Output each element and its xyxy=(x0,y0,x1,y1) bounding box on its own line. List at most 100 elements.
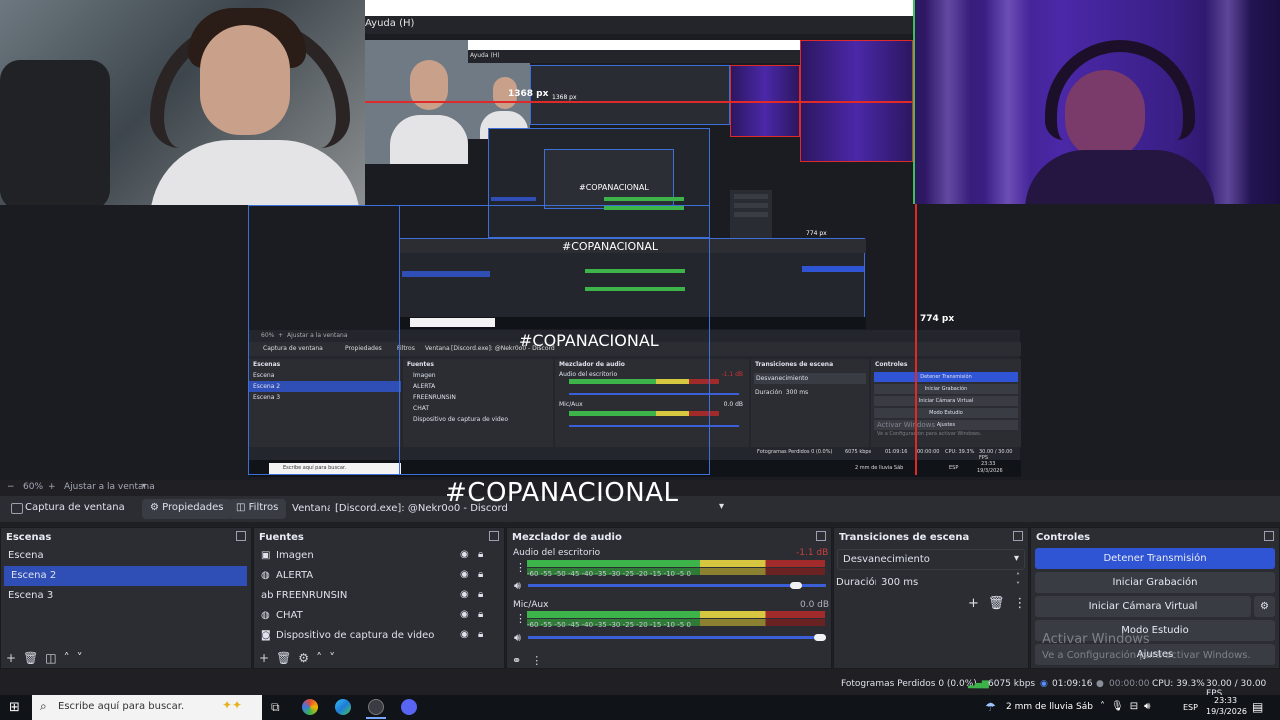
language-indicator[interactable]: ESP xyxy=(1183,703,1198,712)
stream-time: 01:09:16 xyxy=(1052,679,1093,689)
add-icon[interactable]: + xyxy=(6,651,23,665)
eye-icon[interactable]: ◉ xyxy=(460,569,469,580)
spinner-icon[interactable]: ˄ ˅ xyxy=(1016,572,1020,590)
undock-icon[interactable] xyxy=(816,531,826,541)
chevron-down-icon[interactable]: ▾ xyxy=(142,481,146,490)
zoom-out-button[interactable]: − xyxy=(7,482,15,492)
task-view-icon[interactable]: ⧉ xyxy=(271,700,280,715)
obs-icon[interactable] xyxy=(368,699,384,715)
volume-slider-knob[interactable] xyxy=(814,634,826,641)
transition-toolbar: +🗑⋮ xyxy=(968,596,1035,611)
windows-start-icon[interactable]: ⊞ xyxy=(9,700,20,715)
undock-icon[interactable] xyxy=(1013,531,1023,541)
meter-scale: -60 -55 -50 -45 -40 -35 -30 -25 -20 -15 … xyxy=(527,621,691,629)
start-virtual-camera-button[interactable]: Iniciar Cámara Virtual xyxy=(1035,596,1251,617)
transition-select[interactable]: Desvanecimiento ▾ xyxy=(837,549,1025,570)
scene-item[interactable]: Escena 3 xyxy=(1,586,251,606)
window-label: Ventana xyxy=(292,503,334,514)
source-item[interactable]: ◙ Dispositivo de captura de video ◉ 🔒︎ xyxy=(254,626,504,646)
more-icon[interactable]: ⋮ xyxy=(515,612,526,625)
filter-icon[interactable]: ◫ xyxy=(45,651,63,665)
scenes-dock: Escenas Escena Escena 2 Escena 3 +🗑◫˄˅ xyxy=(0,527,252,669)
copilot-icon[interactable] xyxy=(302,699,318,715)
lock-icon[interactable]: 🔒︎ xyxy=(478,629,483,640)
trash-icon[interactable]: 🗑 xyxy=(276,651,298,665)
chevron-up-icon[interactable]: ˄ xyxy=(1100,701,1111,712)
duration-input[interactable]: 300 ms ˄ ˅ xyxy=(876,572,1024,593)
taskbar-search-input[interactable]: ⌕ Escribe aquí para buscar. ✦✦ xyxy=(32,695,262,720)
add-icon[interactable]: + xyxy=(259,651,276,665)
px-label-width: 1368 px xyxy=(508,89,549,99)
gear-icon[interactable]: ⚙ xyxy=(298,651,316,665)
sources-header: Fuentes xyxy=(254,528,504,546)
clock-time[interactable]: 23:33 xyxy=(1214,696,1237,705)
notification-icon[interactable]: ▤ xyxy=(1252,700,1263,714)
properties-button[interactable]: ⚙ Propiedades xyxy=(142,499,232,519)
undock-icon[interactable] xyxy=(236,531,246,541)
scenes-header: Escenas xyxy=(1,528,251,546)
scene-item[interactable]: Escena xyxy=(1,546,251,566)
lock-icon[interactable]: 🔒︎ xyxy=(478,589,483,600)
filter-icon: ◫ xyxy=(236,502,246,513)
virtual-camera-settings-button[interactable]: ⚙ xyxy=(1254,596,1275,617)
eye-icon[interactable]: ◉ xyxy=(460,549,469,560)
webcam-feed-right xyxy=(913,0,1280,204)
source-item[interactable]: ab FREENRUNSIN ◉ 🔒︎ xyxy=(254,586,504,606)
stream-icon: ◉ xyxy=(1040,679,1048,689)
audio-channel-name: Audio del escritorio xyxy=(513,548,601,558)
filters-button[interactable]: ◫ Filtros xyxy=(228,499,287,519)
discord-icon[interactable] xyxy=(401,699,417,715)
face xyxy=(200,25,290,135)
source-item[interactable]: ◍ ALERTA ◉ 🔒︎ xyxy=(254,566,504,586)
eye-icon[interactable]: ◉ xyxy=(460,629,469,640)
volume-slider-knob[interactable] xyxy=(790,582,803,589)
preview-canvas[interactable]: Ayuda (H) Ayuda (H) 1368 px 1368 px #COP… xyxy=(0,0,1280,480)
selection-box-inner[interactable] xyxy=(248,205,710,475)
zoom-in-button[interactable]: + xyxy=(48,482,56,492)
menu-help: Ayuda (H) xyxy=(365,18,415,29)
record-time: 00:00:00 xyxy=(1109,679,1150,689)
volume-icon[interactable]: 🔊︎ xyxy=(1144,701,1156,712)
lock-icon[interactable]: 🔒︎ xyxy=(478,609,483,620)
audio-channel-name: Mic/Aux xyxy=(513,600,549,610)
chevron-down-icon[interactable]: ˅ xyxy=(77,651,90,665)
add-icon[interactable]: + xyxy=(968,596,988,611)
undock-icon[interactable] xyxy=(489,531,499,541)
source-item[interactable]: ◍ CHAT ◉ 🔒︎ xyxy=(254,606,504,626)
chevron-up-icon[interactable]: ˄ xyxy=(64,651,77,665)
speaker-icon[interactable]: 🔊︎ xyxy=(514,631,521,645)
lock-icon[interactable]: 🔒︎ xyxy=(478,549,483,560)
trash-icon[interactable]: 🗑 xyxy=(988,596,1014,611)
clock-date[interactable]: 19/3/2026 xyxy=(1206,707,1247,716)
chevron-up-icon[interactable]: ˄ xyxy=(316,651,329,665)
nested-menubar: Ayuda (H) xyxy=(468,50,800,63)
microphone-icon[interactable]: 🎙︎ xyxy=(1111,701,1130,712)
edge-icon[interactable] xyxy=(335,699,351,715)
scene-item-selected[interactable]: Escena 2 xyxy=(4,566,247,586)
nested-top-strip xyxy=(468,40,800,50)
volume-slider[interactable] xyxy=(528,636,826,639)
chevron-down-icon[interactable]: ˅ xyxy=(329,651,342,665)
link-icon[interactable]: ⚭ xyxy=(512,654,531,667)
eye-icon[interactable]: ◉ xyxy=(460,609,469,620)
undock-icon[interactable] xyxy=(1264,531,1274,541)
sources-dock: Fuentes ▣ Imagen ◉ 🔒︎ ◍ ALERTA ◉ 🔒︎ ab FREENRUN… xyxy=(253,527,505,669)
more-icon[interactable]: ⋮ xyxy=(531,654,552,667)
eye-icon[interactable]: ◉ xyxy=(460,589,469,600)
gear-icon: ⚙ xyxy=(150,502,159,513)
trash-icon[interactable]: 🗑 xyxy=(23,651,45,665)
network-icon[interactable]: ⊟ xyxy=(1130,701,1144,712)
chevron-down-icon: ▾ xyxy=(1013,553,1019,564)
more-icon[interactable]: ⋮ xyxy=(515,561,526,574)
start-recording-button[interactable]: Iniciar Grabación xyxy=(1035,572,1275,593)
speaker-icon[interactable]: 🔊︎ xyxy=(514,579,521,593)
stop-streaming-button[interactable]: Detener Transmisión xyxy=(1035,548,1275,569)
window-capture-icon xyxy=(11,503,23,514)
volume-slider[interactable] xyxy=(528,584,826,587)
weather-text[interactable]: 2 mm de lluvia Sáb xyxy=(1006,702,1093,712)
image-icon: ▣ xyxy=(261,550,271,561)
lock-icon[interactable]: 🔒︎ xyxy=(478,569,483,580)
record-icon: ● xyxy=(1096,679,1104,689)
mixer-header: Mezclador de audio xyxy=(507,528,831,546)
source-item[interactable]: ▣ Imagen ◉ 🔒︎ xyxy=(254,546,504,566)
